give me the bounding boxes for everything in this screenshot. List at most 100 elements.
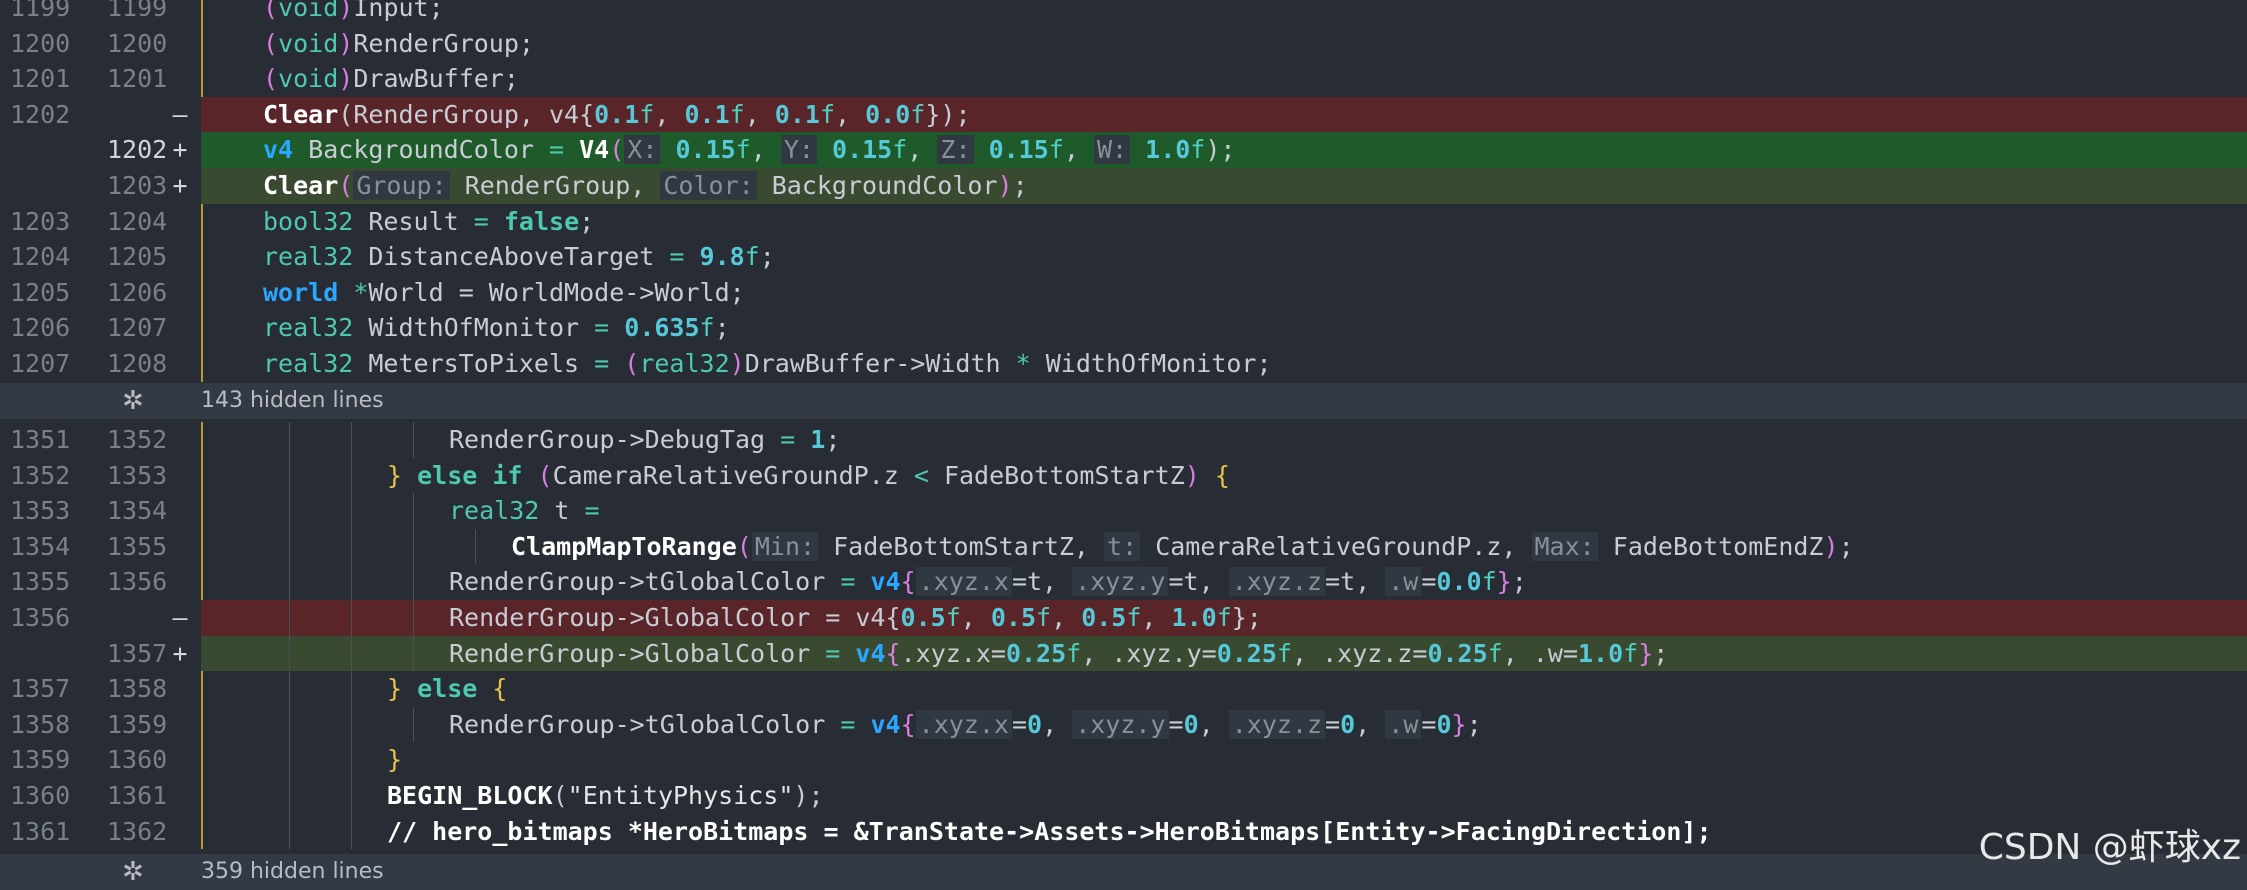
diff-line: 1204 1205 real32 DistanceAboveTarget = 9.8… — [0, 239, 2247, 275]
diff-line: 1351 1352 RenderGroup->DebugTag = 1; — [0, 422, 2247, 458]
code-text[interactable]: (void)Input; — [201, 0, 2247, 26]
diff-line: 1207 1208 real32 MetersToPixels = (real32)… — [0, 346, 2247, 382]
code-text[interactable]: (void)DrawBuffer; — [201, 61, 2247, 97]
expand-icon[interactable]: ✲ — [122, 854, 144, 890]
code-text[interactable]: RenderGroup->tGlobalColor = v4{.xyz.x =t,… — [201, 564, 2247, 600]
watermark: CSDN @虾球xz — [1978, 827, 2241, 868]
added-marker: + — [172, 135, 188, 165]
code-token: World = WorldMode->World; — [368, 277, 745, 307]
expand-icon[interactable]: ✲ — [122, 383, 144, 419]
code-token: ; — [1012, 171, 1028, 200]
code-token: f — [1048, 135, 1064, 165]
code-token: MetersToPixels — [353, 349, 595, 378]
code-text[interactable]: (void)RenderGroup; — [201, 26, 2247, 62]
code-text[interactable]: real32 DistanceAboveTarget = 9.8f; — [201, 239, 2247, 275]
code-text[interactable]: } else { — [201, 671, 2247, 707]
code-token: = — [548, 135, 565, 165]
code-text[interactable]: RenderGroup->tGlobalColor = v4{.xyz.x =0,… — [201, 706, 2247, 743]
code-token: f — [819, 99, 836, 129]
code-token: , — [744, 99, 775, 129]
new-line-number: 1206 — [107, 277, 168, 307]
code-token: 0 — [1436, 709, 1452, 739]
diff-line: 1357 1358} else { — [0, 671, 2247, 707]
code-text[interactable]: Clear(RenderGroup, v4{0.1f, 0.1f, 0.1f, … — [201, 96, 2247, 133]
added-marker: + — [172, 171, 188, 200]
code-token: ); — [793, 781, 824, 810]
old-line-number: 1354 — [10, 531, 71, 561]
code-token: ( — [263, 28, 279, 58]
new-line-number: 1359 — [107, 709, 168, 739]
old-line-number: 1353 — [10, 496, 71, 526]
code-token: RenderGroup->tGlobalColor — [449, 567, 841, 597]
code-token: real32 — [263, 242, 354, 272]
code-text[interactable]: real32 MetersToPixels = (real32)DrawBuff… — [201, 346, 2247, 382]
code-text[interactable]: RenderGroup->DebugTag = 1; — [201, 422, 2247, 458]
new-line-number: 1208 — [107, 349, 168, 378]
code-token: ) — [338, 0, 354, 22]
code-token: 0.635 — [624, 313, 700, 343]
code-token: Color: — [660, 171, 757, 200]
old-line-number: 1359 — [10, 745, 71, 775]
code-token: DistanceAboveTarget — [353, 242, 670, 272]
code-token: else if — [417, 460, 523, 490]
old-line-number: 1356 — [10, 603, 71, 632]
code-text[interactable]: Clear(Group: RenderGroup, Color: Backgro… — [201, 168, 2247, 204]
code-token: .xyz.x — [915, 709, 1012, 739]
code-token: .xyz.z — [1228, 567, 1326, 597]
code-token: ; — [1653, 638, 1669, 668]
code-token: f — [639, 99, 655, 129]
code-token: X: — [624, 135, 661, 165]
code-token: { — [885, 638, 901, 668]
code-text[interactable]: ClampMapToRange(Min: FadeBottomStartZ, t… — [201, 528, 2247, 565]
code-token: f — [910, 99, 926, 129]
code-token: = — [1325, 709, 1341, 739]
code-token: } — [387, 745, 403, 775]
code-token: , — [1042, 709, 1073, 739]
code-token: f — [1276, 638, 1292, 668]
new-line-number: 1354 — [107, 496, 168, 526]
code-text[interactable]: // hero_bitmaps *HeroBitmaps = &TranStat… — [201, 813, 2247, 850]
hidden-lines-fold[interactable]: ✲ 359 hidden lines — [0, 854, 2247, 890]
indent-guide — [351, 600, 352, 636]
code-text[interactable]: v4 BackgroundColor = V4(X: 0.15f, Y: 0.1… — [201, 132, 2247, 168]
code-token: 0.0 — [1436, 567, 1482, 597]
code-token: .xyz.z — [1228, 709, 1326, 739]
code-token: ; — [825, 425, 841, 454]
code-token: .w — [1385, 709, 1422, 739]
code-text[interactable]: world *World = WorldMode->World; — [201, 275, 2247, 311]
code-token: 0.15 — [675, 135, 736, 165]
code-token: 1 — [810, 425, 826, 454]
indent-guide — [351, 564, 352, 600]
old-line-number: 1200 — [10, 28, 71, 58]
indent-guide — [289, 813, 290, 850]
code-text[interactable]: RenderGroup->GlobalColor = v4{.xyz.x=0.2… — [201, 635, 2247, 672]
code-text[interactable]: BEGIN_BLOCK("EntityPhysics"); — [201, 778, 2247, 814]
code-text[interactable]: } else if (CameraRelativeGroundP.z < Fad… — [201, 457, 2247, 494]
code-token: RenderGroup; — [353, 28, 534, 58]
code-token: ( — [263, 0, 279, 22]
diff-line: 1205 1206 world *World = WorldMode->World; — [0, 274, 2247, 311]
code-token: , — [1141, 603, 1172, 632]
hidden-lines-fold[interactable]: ✲ 143 hidden lines — [0, 383, 2247, 419]
code-token: real32 — [263, 313, 354, 343]
code-text[interactable]: bool32 Result = false; — [201, 204, 2247, 240]
code-token: RenderGroup->GlobalColor — [449, 638, 826, 668]
code-text[interactable]: RenderGroup->GlobalColor = v4{0.5f, 0.5f… — [201, 600, 2247, 636]
code-token: BEGIN_BLOCK — [387, 781, 553, 810]
code-text[interactable]: real32 WidthOfMonitor = 0.635f; — [201, 310, 2247, 346]
code-token: f — [945, 603, 961, 632]
code-token: V4 — [579, 135, 610, 165]
code-token: ( — [609, 135, 625, 165]
code-text[interactable]: } — [201, 742, 2247, 778]
code-token: ( — [624, 349, 640, 378]
code-token: , — [1355, 709, 1386, 739]
code-token: ; — [759, 242, 775, 272]
code-token: < — [913, 460, 929, 490]
code-text[interactable]: real32 t = — [201, 493, 2247, 529]
